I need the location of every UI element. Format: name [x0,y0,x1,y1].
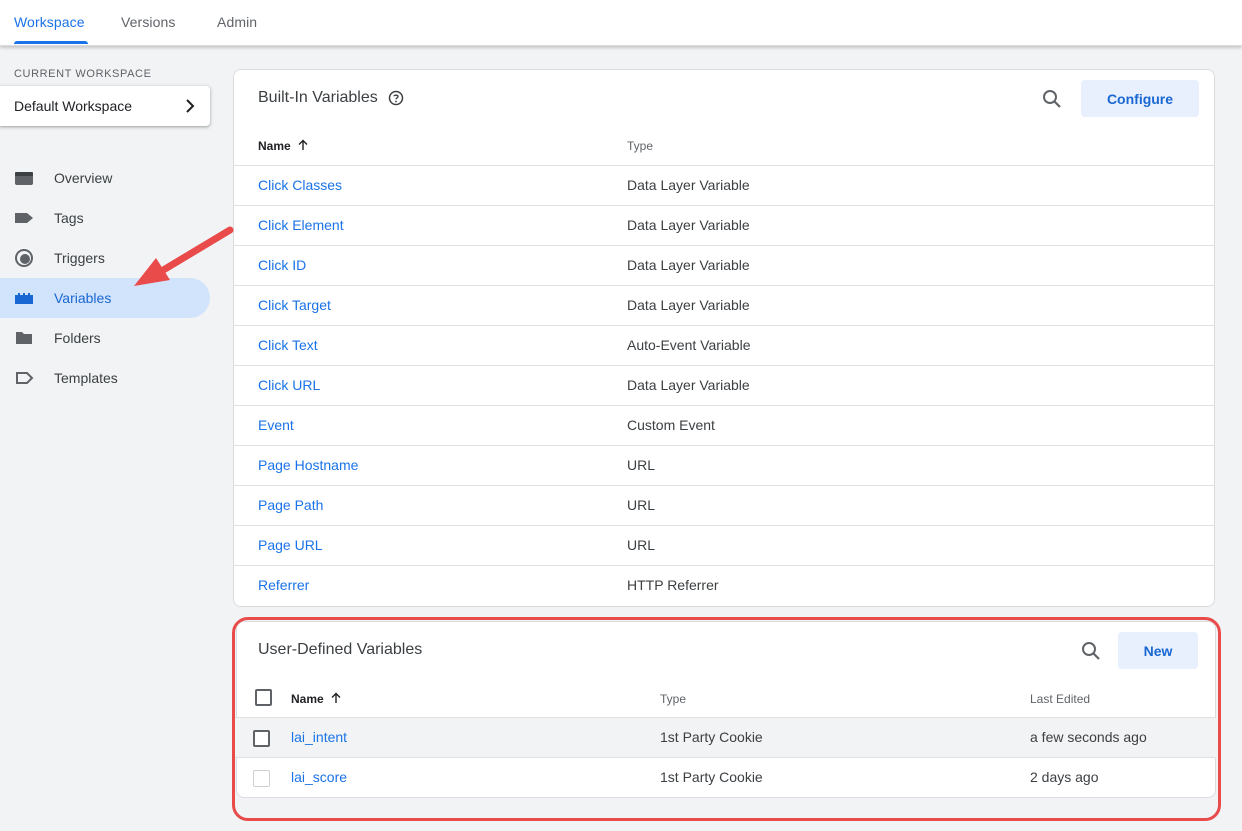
sidebar-item-label: Triggers [54,250,105,266]
variable-type: Custom Event [627,417,715,433]
sidebar-item-overview[interactable]: Overview [0,158,210,198]
table-row[interactable]: Click ID Data Layer Variable [234,245,1214,285]
variable-name-link[interactable]: Click URL [258,377,320,393]
sidebar-item-label: Templates [54,370,118,386]
last-edited: 2 days ago [1030,769,1099,785]
tab-admin[interactable]: Admin [217,14,257,30]
table-row[interactable]: Page URL URL [234,525,1214,565]
table-row[interactable]: Click URL Data Layer Variable [234,365,1214,405]
table-row[interactable]: Click Text Auto-Event Variable [234,325,1214,365]
sidebar-item-triggers[interactable]: Triggers [0,238,210,278]
table-row[interactable]: Click Element Data Layer Variable [234,205,1214,245]
tab-workspace[interactable]: Workspace [14,14,85,30]
current-workspace-caption: CURRENT WORKSPACE [14,68,152,80]
variable-type: URL [627,537,656,553]
builtin-variables-title: Built-In Variables [258,89,378,106]
search-icon[interactable] [1040,87,1064,111]
variable-name-link[interactable]: Event [258,417,294,433]
tab-versions[interactable]: Versions [121,14,176,30]
top-navigation: Workspace Versions Admin [0,0,1242,46]
variable-name-link[interactable]: Click Element [258,217,344,233]
sidebar-item-variables[interactable]: Variables [0,278,210,318]
column-header-type: Type [660,692,687,706]
column-header-type: Type [627,139,654,153]
folder-icon [16,332,32,344]
variable-type: URL [627,457,656,473]
variable-name-link[interactable]: Page Path [258,497,323,513]
table-row[interactable]: Referrer HTTP Referrer [234,565,1214,605]
user-defined-variables-title: User-Defined Variables [258,641,423,658]
trigger-icon [15,249,33,267]
active-tab-indicator [14,41,88,44]
sidebar-item-tags[interactable]: Tags [0,198,210,238]
template-icon [16,372,34,384]
table-row[interactable]: lai_score 1st Party Cookie 2 days ago [234,757,1216,797]
chevron-right-icon [186,99,195,113]
builtin-variables-card: Built-In Variables Configure Name Type C… [233,69,1215,607]
sidebar-item-label: Tags [54,210,84,226]
column-header-name[interactable]: Name [291,692,324,706]
sidebar-item-label: Variables [54,290,112,306]
table-row[interactable]: Click Target Data Layer Variable [234,285,1214,325]
variable-name-link[interactable]: Page Hostname [258,457,358,473]
table-row[interactable]: lai_intent 1st Party Cookie a few second… [234,717,1216,757]
row-checkbox[interactable] [253,730,270,747]
table-row[interactable]: Click Classes Data Layer Variable [234,165,1214,205]
overview-icon [15,172,33,185]
user-defined-variables-card: User-Defined Variables New Name Type Las… [234,621,1216,798]
sidebar-item-label: Overview [54,170,113,186]
column-header-last-edited: Last Edited [1030,692,1091,706]
variable-type: Data Layer Variable [627,217,750,233]
variables-icon [15,293,33,304]
variable-type: Auto-Event Variable [627,337,751,353]
help-icon[interactable] [388,90,404,106]
select-all-checkbox[interactable] [255,689,272,706]
table-row[interactable]: Event Custom Event [234,405,1214,445]
search-icon[interactable] [1079,639,1103,663]
sidebar-item-folders[interactable]: Folders [0,318,210,358]
variable-name-link[interactable]: Click Text [258,337,318,353]
table-row[interactable]: Page Hostname URL [234,445,1214,485]
variable-name-link[interactable]: Click ID [258,257,306,273]
table-row[interactable]: Page Path URL [234,485,1214,525]
variable-name-link[interactable]: Click Classes [258,177,342,193]
sidebar-item-templates[interactable]: Templates [0,358,210,398]
tag-icon [15,213,33,223]
variable-type: Data Layer Variable [627,377,750,393]
variable-type: Data Layer Variable [627,257,750,273]
sidebar-item-label: Folders [54,330,101,346]
column-header-name[interactable]: Name [258,139,291,153]
new-variable-button[interactable]: New [1118,632,1198,669]
sort-ascending-icon[interactable] [297,139,309,151]
variable-name-link[interactable]: Referrer [258,577,309,593]
variable-type: URL [627,497,656,513]
variable-type: HTTP Referrer [627,577,719,593]
variable-type: Data Layer Variable [627,297,750,313]
workspace-selector[interactable]: Default Workspace [0,86,210,126]
variable-type: 1st Party Cookie [660,729,763,745]
sort-ascending-icon[interactable] [330,692,342,704]
variable-name-link[interactable]: lai_score [291,769,347,785]
configure-button[interactable]: Configure [1081,80,1199,117]
last-edited: a few seconds ago [1030,729,1147,745]
row-checkbox[interactable] [253,770,270,787]
variable-name-link[interactable]: lai_intent [291,729,347,745]
workspace-name: Default Workspace [14,98,133,114]
variable-name-link[interactable]: Click Target [258,297,331,313]
variable-type: 1st Party Cookie [660,769,763,785]
variable-name-link[interactable]: Page URL [258,537,323,553]
variable-type: Data Layer Variable [627,177,750,193]
